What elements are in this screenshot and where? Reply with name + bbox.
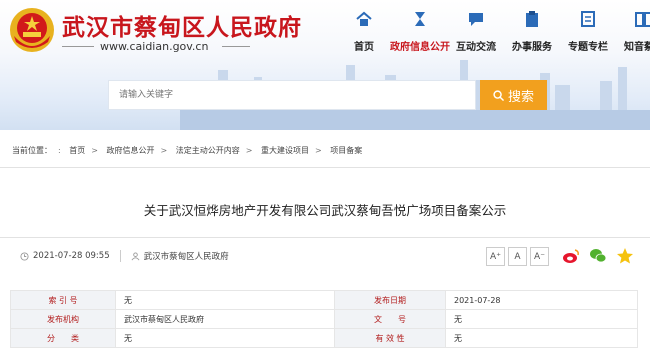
nav-item-label: 知音蔡甸: [624, 42, 650, 53]
breadcrumb-separator: >: [160, 146, 168, 155]
url-divider: [62, 46, 94, 47]
search-button-label: 搜索: [507, 89, 534, 105]
info-key: 文 号: [334, 309, 446, 329]
article-title: 关于武汉恒烨房地产开发有限公司武汉蔡甸吾悦广场项目备案公示: [143, 203, 507, 218]
weibo-icon: [563, 249, 579, 263]
font-decrease-button[interactable]: A⁻: [530, 247, 549, 266]
nav-item-label: 互动交流: [456, 42, 496, 53]
publish-source: 武汉市蔡甸区人民政府: [143, 252, 229, 262]
table-row: 索 引 号 无 发布日期 2021-07-28: [10, 290, 638, 310]
font-increase-button[interactable]: A⁺: [486, 247, 505, 266]
source-icon: [131, 251, 140, 260]
nav-item-topics[interactable]: 专题专栏: [560, 8, 616, 56]
info-value: 无: [115, 328, 335, 348]
clipboard-icon: [526, 11, 538, 27]
book-icon: [635, 12, 650, 27]
nav-item-label: 专题专栏: [568, 42, 608, 53]
breadcrumb-major-projects[interactable]: 重大建设项目: [261, 146, 309, 155]
breadcrumb-project-filing[interactable]: 项目备案: [330, 146, 362, 155]
info-table: 索 引 号 无 发布日期 2021-07-28 发布机构 武汉市蔡甸区人民政府 …: [10, 290, 638, 348]
nav-item-gov-info[interactable]: 政府信息公开: [390, 8, 450, 56]
nav-item-home[interactable]: 首页: [336, 8, 392, 56]
nav-item-interaction[interactable]: 互动交流: [448, 8, 504, 56]
title-divider: [0, 237, 650, 238]
info-key: 有 效 性: [334, 328, 446, 348]
breadcrumb-separator: >: [91, 146, 98, 155]
breadcrumb-separator: >: [315, 146, 322, 155]
info-key: 发布日期: [334, 290, 446, 310]
nav-item-label: 首页: [354, 42, 374, 53]
info-value: 无: [445, 328, 638, 348]
url-divider: [222, 46, 250, 47]
star-icon: [617, 248, 633, 264]
nav-item-zhiyin-caidian[interactable]: 知音蔡甸: [616, 8, 650, 56]
meta-separator: [119, 250, 121, 262]
site-title: 武汉市蔡甸区人民政府: [62, 15, 302, 41]
breadcrumb-separator: >: [245, 146, 253, 155]
nav-item-label: 政府信息公开: [390, 42, 450, 53]
table-row: 发布机构 武汉市蔡甸区人民政府 文 号 无: [10, 309, 638, 329]
nav-item-label: 办事服务: [512, 42, 552, 53]
share-bar: [562, 247, 643, 265]
wechat-share-button[interactable]: [589, 247, 607, 265]
info-key: 分 类: [10, 328, 116, 348]
weibo-share-button[interactable]: [562, 247, 580, 265]
hourglass-icon: [415, 12, 425, 26]
chat-icon: [469, 13, 483, 26]
breadcrumb-gov-info[interactable]: 政府信息公开: [107, 146, 155, 155]
font-size-controls: A⁺ A A⁻: [486, 247, 552, 266]
main-nav: 首页 政府信息公开 互动交流 办事服务 专题专栏 知音蔡甸: [336, 8, 650, 56]
nav-item-services[interactable]: 办事服务: [504, 8, 560, 56]
font-default-button[interactable]: A: [508, 247, 527, 266]
article-meta: 2021-07-28 09:55 武汉市蔡甸区人民政府: [20, 250, 229, 262]
info-value: 无: [445, 309, 638, 329]
site-header: 武汉市蔡甸区人民政府 www.caidian.gov.cn 首页 政府信息公开 …: [0, 0, 650, 130]
info-value: 武汉市蔡甸区人民政府: [115, 309, 335, 329]
site-url: www.caidian.gov.cn: [100, 40, 209, 53]
search-icon: [493, 89, 504, 101]
search-input[interactable]: [108, 80, 476, 110]
breadcrumb-separator: :: [58, 146, 61, 155]
info-key: 索 引 号: [10, 290, 116, 310]
home-icon: [356, 11, 372, 26]
info-value: 无: [115, 290, 335, 310]
breadcrumb-legal-disclosure[interactable]: 法定主动公开内容: [176, 146, 240, 155]
clock-icon: [20, 251, 29, 261]
breadcrumb-prefix: 当前位置：: [12, 146, 52, 155]
breadcrumb-divider: [0, 167, 650, 168]
national-emblem-icon: [10, 8, 54, 52]
document-icon: [581, 11, 595, 27]
table-row: 分 类 无 有 效 性 无: [10, 328, 638, 348]
wechat-icon: [590, 249, 607, 263]
favorite-button[interactable]: [616, 247, 634, 265]
search-button[interactable]: 搜索: [480, 80, 547, 110]
info-key: 发布机构: [10, 309, 116, 329]
breadcrumb-home[interactable]: 首页: [69, 146, 85, 155]
breadcrumb: 当前位置：: 首页 > 政府信息公开 > 法定主动公开内容 > 重大建设项目 > 项目备…: [12, 145, 362, 156]
info-value: 2021-07-28: [445, 290, 638, 310]
publish-date: 2021-07-28 09:55: [33, 251, 110, 261]
